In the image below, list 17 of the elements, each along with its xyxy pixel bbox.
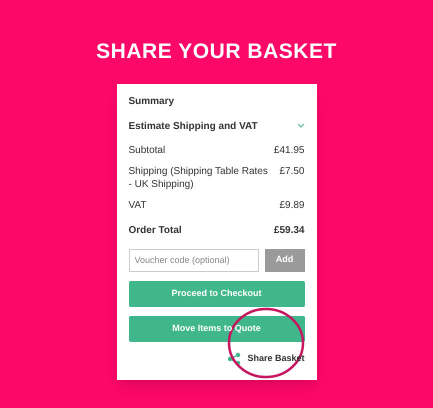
summary-value: £41.95	[274, 144, 304, 156]
summary-value: £9.89	[279, 198, 304, 212]
page-heading: SHARE YOUR BASKET	[96, 39, 337, 65]
estimate-toggle[interactable]: Estimate Shipping and VAT	[128, 118, 304, 134]
summary-label: Subtotal	[128, 144, 166, 156]
summary-value: £59.34	[274, 224, 304, 236]
action-button[interactable]: Move Items to Quote	[128, 316, 304, 342]
chevron-icon	[296, 123, 304, 129]
action-button[interactable]: Proceed to Checkout	[128, 280, 304, 306]
voucher-field[interactable]: Voucher code (optional)	[128, 248, 258, 272]
share-icon[interactable]	[227, 352, 242, 366]
add-button[interactable]: Add	[264, 248, 304, 272]
summary-label: Order Total	[128, 224, 182, 236]
summary-label: VAT	[128, 198, 146, 212]
summary-value: £7.50	[279, 164, 304, 178]
summary-title: Summary	[128, 94, 176, 108]
summary-label: Shipping (Shipping Table Rates - UK Shipping)	[128, 164, 269, 190]
